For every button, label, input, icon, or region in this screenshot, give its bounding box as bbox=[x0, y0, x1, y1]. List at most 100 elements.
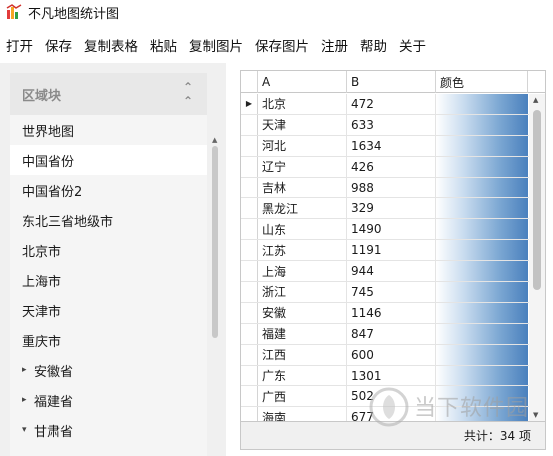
cell-b[interactable]: 944 bbox=[347, 261, 436, 282]
cell-a[interactable]: 广东 bbox=[258, 365, 347, 386]
cell-b[interactable]: 600 bbox=[347, 344, 436, 365]
cell-a[interactable]: 浙江 bbox=[258, 282, 347, 302]
menu-help[interactable]: 帮助 bbox=[356, 31, 391, 59]
menu-register[interactable]: 注册 bbox=[317, 31, 352, 59]
cell-b[interactable]: 633 bbox=[347, 114, 436, 135]
row-indicator bbox=[241, 386, 258, 407]
menu-about[interactable]: 关于 bbox=[395, 31, 430, 59]
cell-a[interactable]: 山东 bbox=[258, 219, 347, 240]
cell-b[interactable]: 1191 bbox=[347, 240, 436, 261]
row-indicator bbox=[241, 302, 258, 323]
cell-color[interactable] bbox=[436, 240, 528, 261]
table-row[interactable]: 河北 1634 bbox=[241, 135, 529, 157]
table-row[interactable]: 福建 847 bbox=[241, 323, 529, 345]
cell-b[interactable]: 426 bbox=[347, 156, 436, 177]
grid-scrollbar[interactable]: ▲ ▼ bbox=[529, 94, 545, 421]
cell-a[interactable]: 北京 bbox=[258, 94, 347, 114]
cell-a[interactable]: 辽宁 bbox=[258, 156, 347, 177]
menu-paste[interactable]: 粘贴 bbox=[146, 31, 181, 59]
table-row[interactable]: 江苏 1191 bbox=[241, 240, 529, 262]
expand-down-icon[interactable]: ▾ bbox=[22, 425, 34, 435]
menu-open[interactable]: 打开 bbox=[2, 31, 37, 59]
cell-color[interactable] bbox=[436, 282, 528, 302]
region-scrollbar[interactable]: ▲ bbox=[212, 136, 218, 338]
cell-b[interactable]: 1490 bbox=[347, 219, 436, 240]
cell-b[interactable]: 988 bbox=[347, 177, 436, 198]
table-row[interactable]: 江西 600 bbox=[241, 344, 529, 366]
expand-right-icon[interactable]: ▸ bbox=[22, 395, 34, 405]
table-row[interactable]: ▶ 北京 472 bbox=[241, 94, 529, 115]
cell-color[interactable] bbox=[436, 261, 528, 282]
cell-a[interactable]: 福建 bbox=[258, 323, 347, 344]
cell-color[interactable] bbox=[436, 94, 528, 114]
region-item[interactable]: 东北三省地级市 bbox=[10, 205, 207, 235]
column-header-color[interactable]: 颜色 bbox=[436, 71, 528, 93]
table-row[interactable]: 山东 1490 bbox=[241, 219, 529, 241]
cell-b[interactable]: 472 bbox=[347, 94, 436, 114]
table-row[interactable]: 上海 944 bbox=[241, 261, 529, 283]
cell-a[interactable]: 广西 bbox=[258, 386, 347, 407]
row-indicator bbox=[241, 344, 258, 365]
region-item[interactable]: 上海市 bbox=[10, 265, 207, 295]
grid-scroll-thumb[interactable] bbox=[533, 110, 541, 290]
region-item[interactable]: ▸ 安徽省 bbox=[10, 355, 207, 385]
region-item[interactable]: 重庆市 bbox=[10, 325, 207, 355]
region-scroll-thumb[interactable] bbox=[212, 146, 218, 338]
header-indicator bbox=[241, 71, 258, 93]
table-row[interactable]: 浙江 745 bbox=[241, 282, 529, 303]
expand-right-icon[interactable]: ▸ bbox=[22, 365, 34, 375]
table-row[interactable]: 广东 1301 bbox=[241, 365, 529, 387]
region-item[interactable]: 中国省份 bbox=[10, 145, 207, 175]
region-item-label: 甘肃省 bbox=[34, 424, 74, 440]
cell-a[interactable]: 江苏 bbox=[258, 240, 347, 261]
region-item-label: 北京市 bbox=[22, 244, 62, 260]
column-header-b[interactable]: B bbox=[347, 71, 436, 93]
grid-scroll-up-icon[interactable]: ▲ bbox=[533, 96, 538, 104]
region-item[interactable]: 北京市 bbox=[10, 235, 207, 265]
menu-copy-image[interactable]: 复制图片 bbox=[185, 31, 247, 59]
cell-color[interactable] bbox=[436, 323, 528, 344]
cell-color[interactable] bbox=[436, 302, 528, 323]
table-row[interactable]: 安徽 1146 bbox=[241, 302, 529, 324]
region-item[interactable]: 天津市 bbox=[10, 295, 207, 325]
menu-copy-table[interactable]: 复制表格 bbox=[80, 31, 142, 59]
menu-save[interactable]: 保存 bbox=[41, 31, 76, 59]
cell-b[interactable]: 1146 bbox=[347, 302, 436, 323]
cell-color[interactable] bbox=[436, 365, 528, 386]
cell-a[interactable]: 安徽 bbox=[258, 302, 347, 323]
table-row[interactable]: 黑龙江 329 bbox=[241, 198, 529, 220]
menu-save-image[interactable]: 保存图片 bbox=[251, 31, 313, 59]
cell-a[interactable]: 上海 bbox=[258, 261, 347, 282]
region-item-label: 中国省份 bbox=[22, 154, 75, 170]
cell-a[interactable]: 吉林 bbox=[258, 177, 347, 198]
region-item-label: 世界地图 bbox=[22, 124, 75, 140]
cell-a[interactable]: 黑龙江 bbox=[258, 198, 347, 219]
table-row[interactable]: 辽宁 426 bbox=[241, 156, 529, 178]
cell-color[interactable] bbox=[436, 177, 528, 198]
column-header-a[interactable]: A bbox=[258, 71, 347, 93]
cell-b[interactable]: 1301 bbox=[347, 365, 436, 386]
cell-a[interactable]: 天津 bbox=[258, 114, 347, 135]
table-row[interactable]: 天津 633 bbox=[241, 114, 529, 136]
cell-b[interactable]: 847 bbox=[347, 323, 436, 344]
region-item[interactable]: ▾ 甘肃省 bbox=[10, 415, 207, 445]
table-row[interactable]: 吉林 988 bbox=[241, 177, 529, 199]
cell-a[interactable]: 河北 bbox=[258, 135, 347, 156]
region-item[interactable]: ▸ 福建省 bbox=[10, 385, 207, 415]
cell-color[interactable] bbox=[436, 198, 528, 219]
cell-color[interactable] bbox=[436, 344, 528, 365]
cell-color[interactable] bbox=[436, 114, 528, 135]
cell-b[interactable]: 745 bbox=[347, 282, 436, 302]
collapse-chevron-icon[interactable]: ⌃ ⌃ bbox=[183, 80, 193, 108]
cell-color[interactable] bbox=[436, 156, 528, 177]
cell-color[interactable] bbox=[436, 135, 528, 156]
cell-a[interactable]: 江西 bbox=[258, 344, 347, 365]
region-item[interactable]: 世界地图 bbox=[10, 115, 207, 145]
region-header[interactable]: 区域块 ⌃ ⌃ bbox=[10, 73, 207, 115]
cell-color[interactable] bbox=[436, 219, 528, 240]
region-item[interactable]: 中国省份2 bbox=[10, 175, 207, 205]
scroll-up-icon[interactable]: ▲ bbox=[212, 136, 217, 144]
row-indicator bbox=[241, 240, 258, 261]
cell-b[interactable]: 329 bbox=[347, 198, 436, 219]
cell-b[interactable]: 1634 bbox=[347, 135, 436, 156]
